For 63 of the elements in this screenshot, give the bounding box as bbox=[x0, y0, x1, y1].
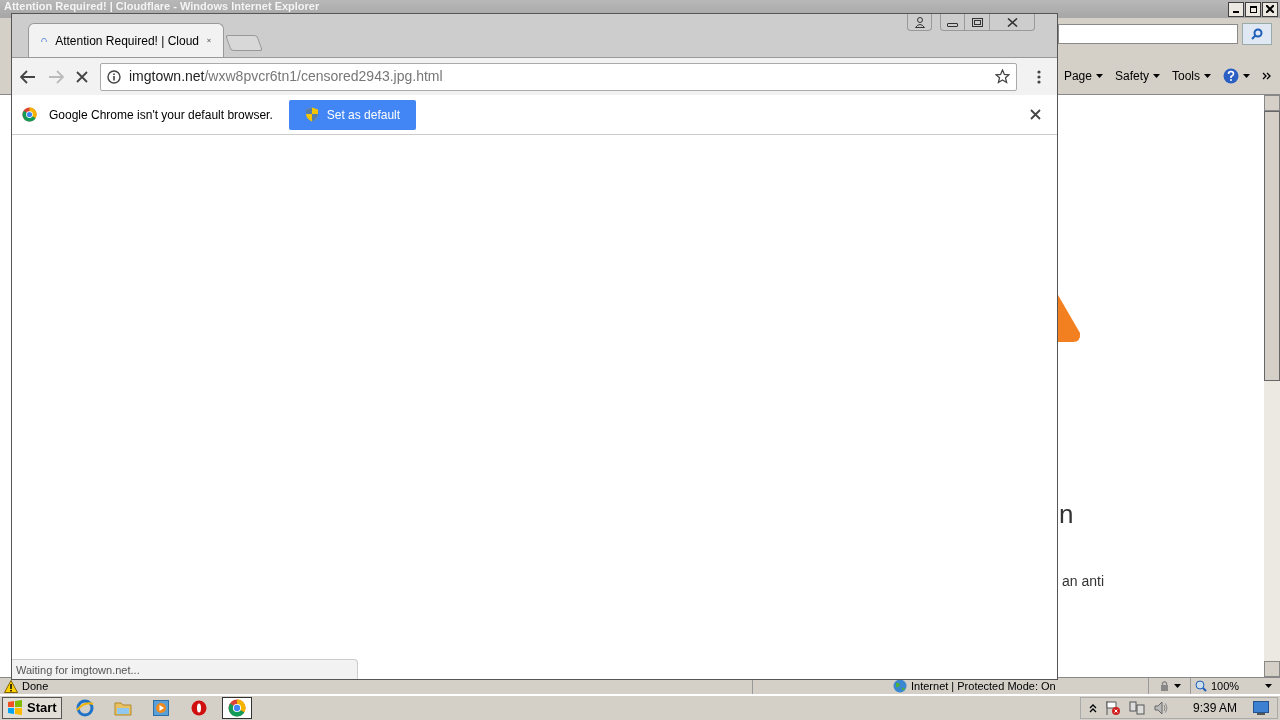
show-desktop-icon[interactable] bbox=[1253, 701, 1269, 715]
minimize-button[interactable] bbox=[1228, 1, 1244, 17]
lock-icon bbox=[1158, 680, 1170, 692]
command-menu[interactable]: Page bbox=[1063, 67, 1103, 85]
flag-icon[interactable] bbox=[1104, 700, 1121, 716]
help-button[interactable] bbox=[1223, 68, 1250, 84]
globe-icon bbox=[893, 679, 907, 693]
search-button[interactable] bbox=[1242, 23, 1272, 45]
caret-icon bbox=[1174, 684, 1181, 688]
infobar-message: Google Chrome isn't your default browser. bbox=[49, 106, 273, 124]
menu-icon[interactable] bbox=[1037, 69, 1041, 84]
restore-button[interactable] bbox=[965, 14, 990, 31]
minimize-button[interactable] bbox=[940, 14, 965, 31]
taskbar-app-button[interactable] bbox=[221, 697, 252, 719]
search-icon bbox=[1251, 28, 1263, 40]
person-icon bbox=[914, 16, 925, 28]
zoom-icon bbox=[1195, 680, 1207, 692]
status-bubble: Waiting for imgtown.net... bbox=[12, 659, 358, 679]
start-button[interactable]: Start bbox=[2, 697, 62, 719]
info-icon bbox=[107, 69, 121, 84]
command-menu[interactable]: Tools bbox=[1172, 67, 1211, 85]
shield-icon bbox=[304, 107, 319, 122]
text-fragment: an anti bbox=[1062, 572, 1105, 591]
chevron-up-icon[interactable] bbox=[1088, 703, 1097, 713]
speaker-icon[interactable] bbox=[1152, 700, 1169, 716]
network-icon[interactable] bbox=[1128, 700, 1145, 716]
address-bar[interactable]: imgtown.net/wxw8pvcr6tn1/censored2943.jpg.html bbox=[100, 62, 1017, 91]
search-field[interactable] bbox=[1058, 24, 1238, 44]
caret-icon bbox=[1095, 74, 1103, 78]
caret-icon bbox=[1204, 74, 1211, 78]
profile-button[interactable] bbox=[907, 14, 932, 31]
caret-icon bbox=[1153, 74, 1160, 78]
close-button[interactable] bbox=[1262, 1, 1278, 17]
chevron-icon[interactable] bbox=[1262, 72, 1272, 80]
set-default-button[interactable]: Set as default bbox=[288, 99, 417, 130]
command-menu[interactable]: Safety bbox=[1114, 67, 1160, 85]
warning-icon bbox=[4, 679, 18, 693]
circle-o-icon bbox=[190, 700, 207, 716]
heading-fragment: n bbox=[1059, 498, 1074, 531]
windows-logo-icon bbox=[7, 700, 23, 716]
browser-e-icon bbox=[75, 699, 94, 717]
status-text: Done bbox=[22, 678, 50, 694]
scrollbar[interactable] bbox=[1264, 95, 1280, 677]
close-icon bbox=[1006, 17, 1018, 27]
clock[interactable]: 9:39 AM bbox=[1192, 699, 1237, 717]
folder-icon bbox=[113, 700, 132, 716]
play-icon bbox=[152, 700, 169, 716]
chrome-icon bbox=[22, 107, 37, 122]
tab-title: Attention Required! | Cloud bbox=[55, 32, 200, 50]
star-icon[interactable] bbox=[995, 69, 1010, 84]
close-icon[interactable] bbox=[1030, 109, 1041, 120]
close-icon bbox=[1266, 5, 1274, 13]
browser-tab[interactable]: Attention Required! | Cloud bbox=[28, 23, 224, 57]
caret-icon bbox=[1243, 74, 1250, 78]
back-icon[interactable] bbox=[20, 69, 36, 84]
url-text: imgtown.net/wxw8pvcr6tn1/censored2943.jpg.html bbox=[129, 67, 444, 86]
chrome-icon bbox=[227, 699, 246, 717]
stop-icon[interactable] bbox=[76, 70, 88, 83]
window-title: Attention Required! | Cloudflare - Windows Internet Explorer bbox=[4, 0, 320, 12]
zone-text: Internet | Protected Mode: On bbox=[911, 678, 1056, 694]
restore-button[interactable] bbox=[1245, 1, 1261, 17]
caret-icon bbox=[1265, 684, 1272, 688]
logo-fragment-icon bbox=[1058, 295, 1081, 342]
